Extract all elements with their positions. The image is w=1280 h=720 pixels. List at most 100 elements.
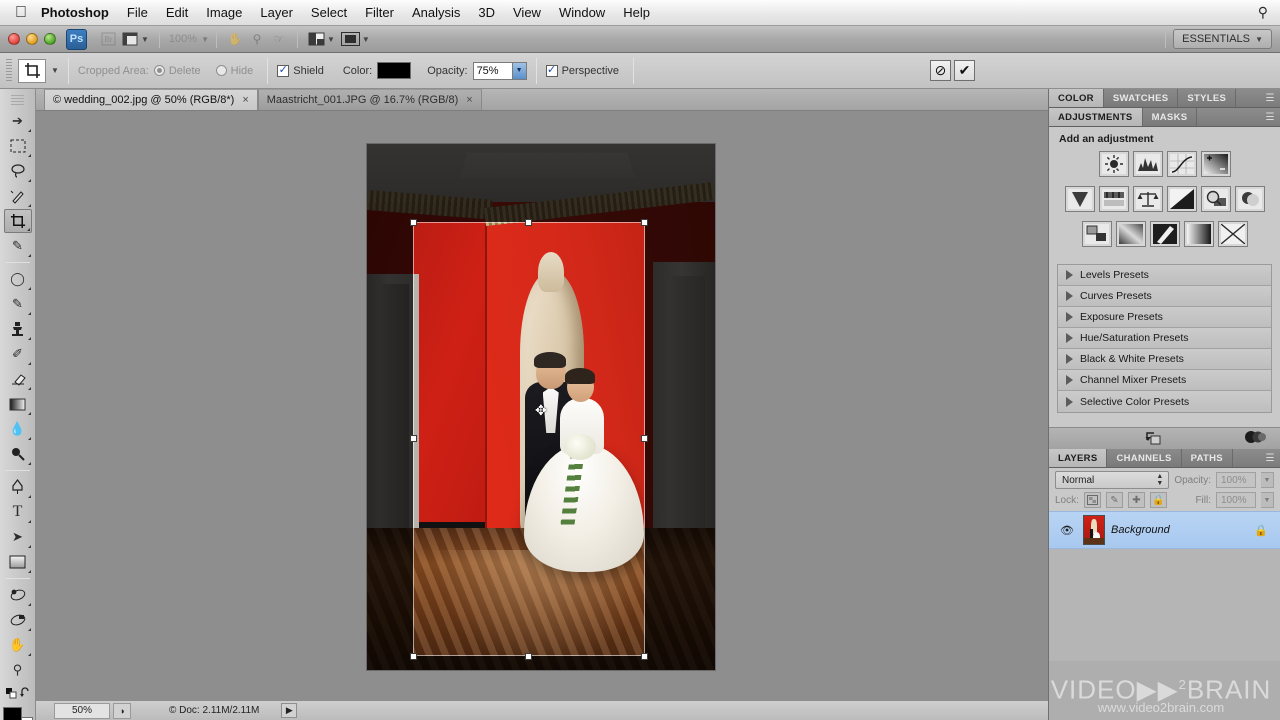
crop-handle-top-right[interactable] (641, 219, 648, 226)
zoom-level-value[interactable]: 100% (167, 33, 199, 45)
preset-hue-saturation[interactable]: Hue/Saturation Presets (1058, 328, 1271, 349)
crop-handle-bottom-center[interactable] (525, 653, 532, 660)
rectangle-tool[interactable] (4, 550, 32, 574)
lock-position-icon[interactable]: ✚ (1127, 492, 1145, 508)
tab-color[interactable]: COLOR (1049, 89, 1104, 107)
crop-handle-top-left[interactable] (410, 219, 417, 226)
invert-icon[interactable] (1081, 221, 1112, 247)
preset-levels[interactable]: Levels Presets (1058, 265, 1271, 286)
launch-bridge-icon[interactable]: Br (97, 29, 119, 50)
preset-curves[interactable]: Curves Presets (1058, 286, 1271, 307)
tab-swatches[interactable]: SWATCHES (1103, 89, 1179, 107)
menu-item-window[interactable]: Window (550, 0, 614, 26)
lock-all-icon[interactable]: 🔒 (1149, 492, 1167, 508)
current-tool-preset-well[interactable] (18, 58, 46, 83)
lock-transparent-pixels-icon[interactable] (1083, 492, 1101, 508)
status-zoom-field[interactable]: 50% (54, 702, 110, 719)
color-balance-icon[interactable] (1132, 186, 1163, 212)
fill-chevron-down-icon[interactable]: ▼ (1261, 492, 1274, 508)
layer-opacity-input[interactable]: 100% (1216, 472, 1256, 488)
workspace-switcher[interactable]: ESSENTIALS ▼ (1173, 29, 1272, 49)
return-to-adjustment-list-icon[interactable] (1145, 430, 1162, 448)
document-tab-maastricht[interactable]: Maastricht_001.JPG @ 16.7% (RGB/8) × (257, 89, 482, 110)
apple-logo-icon[interactable]:  (10, 4, 32, 21)
rotate-view-icon[interactable]: ☞ (268, 29, 290, 50)
panel-menu-icon[interactable]: ☰ (1260, 89, 1280, 107)
preset-exposure[interactable]: Exposure Presets (1058, 307, 1271, 328)
tool-preset-chevron-down-icon[interactable]: ▼ (51, 66, 59, 75)
proxy-preview-icon[interactable]: ◑ (113, 702, 131, 719)
preset-channel-mixer[interactable]: Channel Mixer Presets (1058, 370, 1271, 391)
type-tool[interactable]: T (4, 500, 32, 524)
eraser-tool[interactable] (4, 367, 32, 391)
spot-healing-brush-tool[interactable]: ◯ (4, 267, 32, 291)
crop-hide-radio[interactable] (215, 65, 227, 76)
hue-saturation-icon[interactable] (1098, 186, 1129, 212)
eye-icon[interactable]: 👁 (1057, 524, 1077, 537)
crop-handle-bottom-right[interactable] (641, 653, 648, 660)
lock-image-pixels-icon[interactable]: ✎ (1105, 492, 1123, 508)
menu-item-image[interactable]: Image (197, 0, 251, 26)
panel-menu-icon[interactable]: ☰ (1260, 449, 1280, 467)
crop-delete-radio[interactable] (153, 65, 165, 76)
curves-icon[interactable] (1166, 151, 1197, 177)
options-bar-grip[interactable] (6, 58, 12, 83)
history-brush-tool[interactable]: ✐ (4, 342, 32, 366)
document-image[interactable]: ✥ (366, 143, 716, 671)
exposure-icon[interactable] (1200, 151, 1231, 177)
menu-item-photoshop[interactable]: Photoshop (32, 0, 118, 26)
arrange-chevron-down-icon[interactable]: ▼ (327, 35, 335, 44)
brush-tool[interactable]: ✎ (4, 292, 32, 316)
channel-mixer-icon[interactable] (1234, 186, 1265, 212)
close-icon[interactable]: × (242, 94, 248, 106)
menu-item-help[interactable]: Help (614, 0, 659, 26)
3d-orbit-camera-tool[interactable] (4, 608, 32, 632)
menu-item-analysis[interactable]: Analysis (403, 0, 469, 26)
status-menu-icon[interactable]: ▶ (281, 703, 298, 718)
chevron-down-icon[interactable]: ▼ (141, 35, 149, 44)
rectangular-marquee-tool[interactable] (4, 134, 32, 158)
view-extras-icon[interactable]: ▼ (119, 29, 152, 50)
photo-filter-icon[interactable] (1200, 186, 1231, 212)
tab-paths[interactable]: PATHS (1181, 449, 1233, 467)
shield-checkbox[interactable]: ✓ (277, 64, 290, 77)
brightness-contrast-icon[interactable] (1098, 151, 1129, 177)
levels-icon[interactable] (1132, 151, 1163, 177)
panel-menu-icon[interactable]: ☰ (1260, 108, 1280, 126)
layer-fill-input[interactable]: 100% (1216, 492, 1256, 508)
menu-item-edit[interactable]: Edit (157, 0, 197, 26)
default-colors-and-swap[interactable] (4, 683, 32, 703)
layer-row-background[interactable]: 👁 Background 🔒 (1049, 511, 1280, 549)
clone-stamp-tool[interactable] (4, 317, 32, 341)
close-icon[interactable]: × (466, 94, 472, 106)
move-tool[interactable]: ➔ (4, 109, 32, 133)
path-selection-tool[interactable]: ➤ (4, 525, 32, 549)
commit-crop-button[interactable]: ✔ (954, 60, 975, 81)
selective-color-icon[interactable] (1217, 221, 1248, 247)
shield-color-swatch[interactable] (377, 62, 412, 79)
foreground-color-swatch[interactable] (2, 707, 22, 720)
blur-tool[interactable]: 💧 (4, 417, 32, 441)
crop-handle-middle-right[interactable] (641, 435, 648, 442)
vibrance-icon[interactable] (1064, 186, 1095, 212)
lasso-tool[interactable] (4, 159, 32, 183)
zoom-icon[interactable]: ⚲ (246, 29, 268, 50)
tab-masks[interactable]: MASKS (1142, 108, 1198, 126)
tab-styles[interactable]: STYLES (1178, 89, 1237, 107)
preset-selective-color[interactable]: Selective Color Presets (1058, 391, 1271, 412)
pen-tool[interactable] (4, 475, 32, 499)
crop-tool[interactable] (3, 209, 32, 233)
blend-mode-select[interactable]: Normal ▲ ▼ (1055, 471, 1170, 489)
zoom-window-button[interactable] (44, 33, 56, 45)
color-swatches[interactable] (2, 707, 33, 720)
menu-item-3d[interactable]: 3D (469, 0, 504, 26)
menu-item-select[interactable]: Select (302, 0, 356, 26)
arrange-documents-icon[interactable]: ▼ (305, 29, 338, 50)
menu-item-view[interactable]: View (504, 0, 550, 26)
opacity-chevron-down-icon[interactable]: ▼ (1261, 472, 1274, 488)
3d-rotate-tool[interactable] (4, 583, 32, 607)
gradient-map-icon[interactable] (1183, 221, 1214, 247)
screen-mode-icon[interactable]: ▼ (338, 29, 373, 50)
preset-black-white[interactable]: Black & White Presets (1058, 349, 1271, 370)
opacity-dropdown-arrow-icon[interactable]: ▼ (512, 61, 527, 80)
